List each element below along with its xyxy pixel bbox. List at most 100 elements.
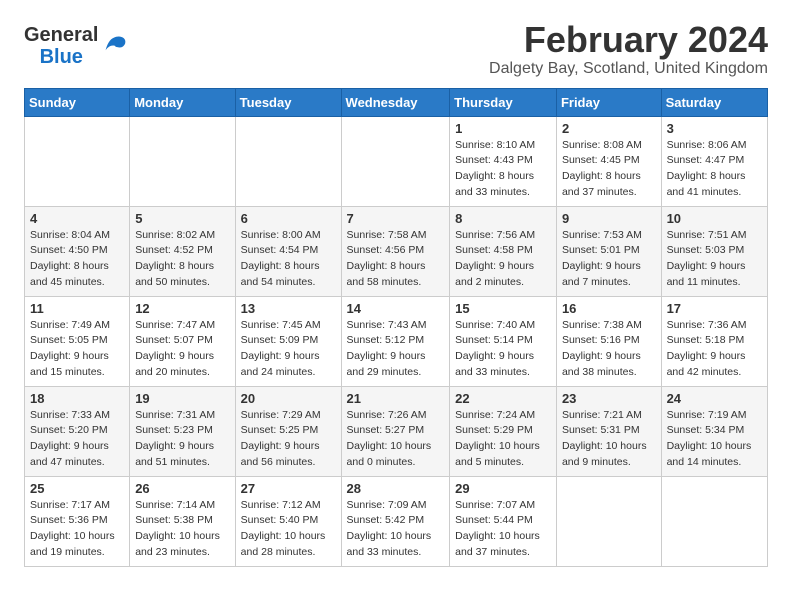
day-info: Sunrise: 7:19 AMSunset: 5:34 PMDaylight:… [667, 408, 762, 471]
day-info: Sunrise: 7:33 AMSunset: 5:20 PMDaylight:… [30, 408, 124, 471]
day-info: Sunrise: 7:38 AMSunset: 5:16 PMDaylight:… [562, 318, 656, 381]
weekday-header-saturday: Saturday [661, 88, 767, 116]
calendar-cell: 23Sunrise: 7:21 AMSunset: 5:31 PMDayligh… [556, 386, 661, 476]
day-number: 28 [347, 481, 445, 496]
calendar-table: SundayMondayTuesdayWednesdayThursdayFrid… [24, 88, 768, 567]
weekday-header-sunday: Sunday [25, 88, 130, 116]
day-number: 16 [562, 301, 656, 316]
calendar-cell: 14Sunrise: 7:43 AMSunset: 5:12 PMDayligh… [341, 296, 450, 386]
logo-blue: Blue [40, 46, 83, 68]
day-number: 13 [241, 301, 336, 316]
calendar-cell [25, 116, 130, 206]
calendar-cell: 8 Sunrise: 7:56 AMSunset: 4:58 PMDaylight… [450, 206, 557, 296]
day-number: 6 [241, 211, 336, 226]
day-number: 24 [667, 391, 762, 406]
day-number: 19 [135, 391, 229, 406]
day-info: Sunrise: 7:51 AMSunset: 5:03 PMDaylight:… [667, 228, 762, 291]
day-info: Sunrise: 7:58 AMSunset: 4:56 PMDaylight:… [347, 228, 445, 291]
day-info: Sunrise: 8:06 AMSunset: 4:47 PMDaylight:… [667, 138, 762, 201]
calendar-cell: 20 Sunrise: 7:29 AMSunset: 5:25 PMDayligh… [235, 386, 341, 476]
day-number: 15 [455, 301, 551, 316]
calendar-week-4: 18 Sunrise: 7:33 AMSunset: 5:20 PMDayligh… [25, 386, 768, 476]
day-number: 21 [347, 391, 445, 406]
day-number: 20 [241, 391, 336, 406]
day-info: Sunrise: 7:53 AMSunset: 5:01 PMDaylight:… [562, 228, 656, 291]
day-info: Sunrise: 7:09 AMSunset: 5:42 PMDaylight:… [347, 498, 445, 561]
calendar-week-5: 25 Sunrise: 7:17 AMSunset: 5:36 PMDayligh… [25, 476, 768, 566]
day-number: 2 [562, 121, 656, 136]
day-number: 29 [455, 481, 551, 496]
calendar-cell: 29 Sunrise: 7:07 AMSunset: 5:44 PMDayligh… [450, 476, 557, 566]
day-info: Sunrise: 7:49 AMSunset: 5:05 PMDaylight:… [30, 318, 124, 381]
calendar-cell: 3 Sunrise: 8:06 AMSunset: 4:47 PMDaylight… [661, 116, 767, 206]
day-info: Sunrise: 7:12 AMSunset: 5:40 PMDaylight:… [241, 498, 336, 561]
calendar-cell: 19Sunrise: 7:31 AMSunset: 5:23 PMDayligh… [130, 386, 235, 476]
day-info: Sunrise: 7:45 AMSunset: 5:09 PMDaylight:… [241, 318, 336, 381]
weekday-header-thursday: Thursday [450, 88, 557, 116]
calendar-cell: 9 Sunrise: 7:53 AMSunset: 5:01 PMDaylight… [556, 206, 661, 296]
day-info: Sunrise: 7:17 AMSunset: 5:36 PMDaylight:… [30, 498, 124, 561]
day-info: Sunrise: 7:56 AMSunset: 4:58 PMDaylight:… [455, 228, 551, 291]
header: General Blue February 2024 Dalgety Bay, … [24, 20, 768, 78]
day-info: Sunrise: 7:07 AMSunset: 5:44 PMDaylight:… [455, 498, 551, 561]
day-info: Sunrise: 7:47 AMSunset: 5:07 PMDaylight:… [135, 318, 229, 381]
day-info: Sunrise: 8:00 AMSunset: 4:54 PMDaylight:… [241, 228, 336, 291]
day-info: Sunrise: 7:14 AMSunset: 5:38 PMDaylight:… [135, 498, 229, 561]
calendar-week-1: 1 Sunrise: 8:10 AMSunset: 4:43 PMDaylight… [25, 116, 768, 206]
day-number: 5 [135, 211, 229, 226]
day-number: 12 [135, 301, 229, 316]
calendar-cell: 17 Sunrise: 7:36 AMSunset: 5:18 PMDayligh… [661, 296, 767, 386]
calendar-week-2: 4 Sunrise: 8:04 AMSunset: 4:50 PMDaylight… [25, 206, 768, 296]
calendar-cell: 22Sunrise: 7:24 AMSunset: 5:29 PMDayligh… [450, 386, 557, 476]
calendar-cell [341, 116, 450, 206]
calendar-cell: 15Sunrise: 7:40 AMSunset: 5:14 PMDayligh… [450, 296, 557, 386]
calendar-cell [661, 476, 767, 566]
calendar-cell [130, 116, 235, 206]
calendar-cell: 5 Sunrise: 8:02 AMSunset: 4:52 PMDaylight… [130, 206, 235, 296]
calendar-cell: 27Sunrise: 7:12 AMSunset: 5:40 PMDayligh… [235, 476, 341, 566]
day-number: 9 [562, 211, 656, 226]
weekday-header-friday: Friday [556, 88, 661, 116]
day-number: 23 [562, 391, 656, 406]
calendar-cell: 12 Sunrise: 7:47 AMSunset: 5:07 PMDayligh… [130, 296, 235, 386]
logo: General Blue [24, 24, 128, 68]
title-area: February 2024 Dalgety Bay, Scotland, Uni… [489, 20, 768, 78]
page-title: February 2024 [489, 20, 768, 60]
day-number: 4 [30, 211, 124, 226]
day-number: 1 [455, 121, 551, 136]
day-info: Sunrise: 7:29 AMSunset: 5:25 PMDaylight:… [241, 408, 336, 471]
weekday-header-monday: Monday [130, 88, 235, 116]
day-number: 11 [30, 301, 124, 316]
day-info: Sunrise: 7:43 AMSunset: 5:12 PMDaylight:… [347, 318, 445, 381]
day-info: Sunrise: 8:02 AMSunset: 4:52 PMDaylight:… [135, 228, 229, 291]
calendar-cell: 2Sunrise: 8:08 AMSunset: 4:45 PMDaylight… [556, 116, 661, 206]
calendar-cell: 16 Sunrise: 7:38 AMSunset: 5:16 PMDayligh… [556, 296, 661, 386]
calendar-cell: 25 Sunrise: 7:17 AMSunset: 5:36 PMDayligh… [25, 476, 130, 566]
day-number: 17 [667, 301, 762, 316]
day-info: Sunrise: 8:04 AMSunset: 4:50 PMDaylight:… [30, 228, 124, 291]
weekday-header-wednesday: Wednesday [341, 88, 450, 116]
calendar-cell: 24 Sunrise: 7:19 AMSunset: 5:34 PMDayligh… [661, 386, 767, 476]
calendar-cell [556, 476, 661, 566]
day-number: 25 [30, 481, 124, 496]
calendar-cell: 1 Sunrise: 8:10 AMSunset: 4:43 PMDaylight… [450, 116, 557, 206]
calendar-week-3: 11 Sunrise: 7:49 AMSunset: 5:05 PMDayligh… [25, 296, 768, 386]
day-number: 26 [135, 481, 229, 496]
calendar-cell: 10Sunrise: 7:51 AMSunset: 5:03 PMDayligh… [661, 206, 767, 296]
day-number: 7 [347, 211, 445, 226]
calendar-header-row: SundayMondayTuesdayWednesdayThursdayFrid… [25, 88, 768, 116]
day-number: 8 [455, 211, 551, 226]
logo-general: General [24, 24, 98, 46]
page: General Blue February 2024 Dalgety Bay, … [0, 0, 792, 583]
day-number: 18 [30, 391, 124, 406]
weekday-header-tuesday: Tuesday [235, 88, 341, 116]
day-number: 3 [667, 121, 762, 136]
calendar-cell: 18 Sunrise: 7:33 AMSunset: 5:20 PMDayligh… [25, 386, 130, 476]
day-info: Sunrise: 8:10 AMSunset: 4:43 PMDaylight:… [455, 138, 551, 201]
day-info: Sunrise: 7:36 AMSunset: 5:18 PMDaylight:… [667, 318, 762, 381]
calendar-cell [235, 116, 341, 206]
day-info: Sunrise: 7:26 AMSunset: 5:27 PMDaylight:… [347, 408, 445, 471]
logo-bird-icon [100, 32, 128, 60]
calendar-cell: 26 Sunrise: 7:14 AMSunset: 5:38 PMDayligh… [130, 476, 235, 566]
calendar-cell: 4 Sunrise: 8:04 AMSunset: 4:50 PMDaylight… [25, 206, 130, 296]
